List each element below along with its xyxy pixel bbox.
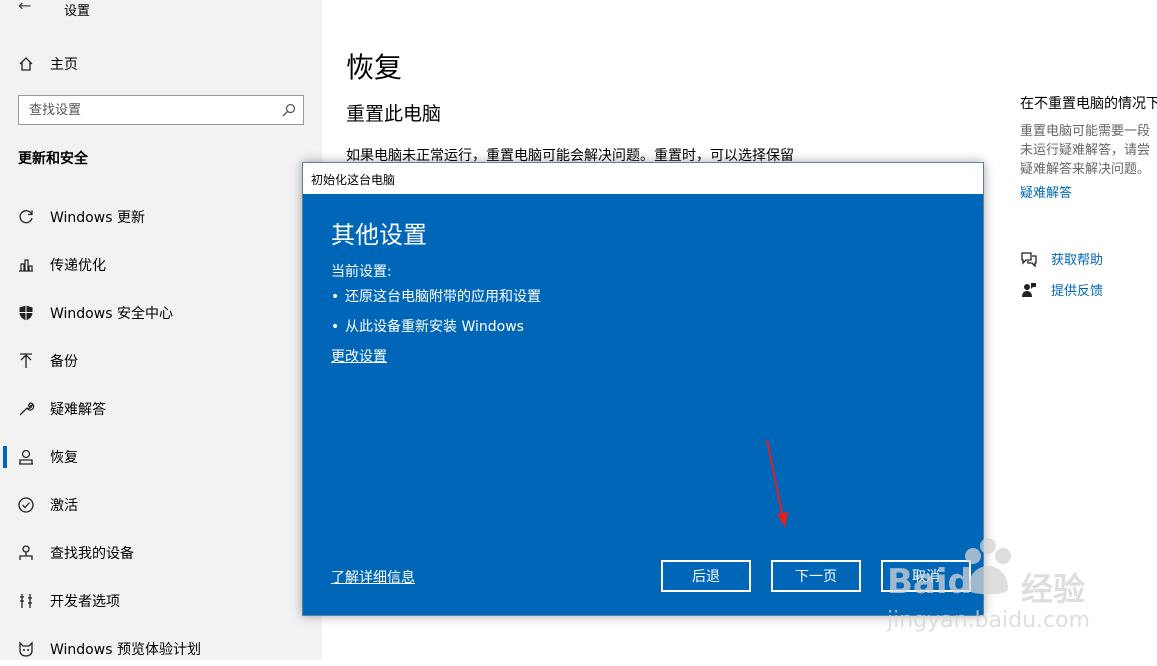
- developer-tools-icon: [20, 594, 32, 608]
- feedback-link[interactable]: 提供反馈: [1020, 280, 1103, 299]
- watermark-brand-cn: 经验: [1021, 570, 1086, 608]
- sidebar-item-windows-security[interactable]: Windows 安全中心: [0, 294, 322, 330]
- dialog-title-bar: 初始化这台电脑: [303, 163, 983, 194]
- insider-cat-icon: [19, 641, 33, 657]
- search-icon[interactable]: [281, 102, 297, 118]
- watermark-brand: Baidu: [887, 562, 997, 602]
- sidebar-item-delivery-optimization[interactable]: 传递优化: [0, 246, 322, 282]
- sidebar: ← 设置 主页 更新和安全 Windows 更新 传递优化 W: [0, 0, 322, 660]
- backup-upload-icon: [20, 353, 32, 368]
- bullet-dot: •: [331, 289, 340, 305]
- check-circle-icon: [18, 497, 34, 513]
- current-settings-label: 当前设置:: [331, 264, 392, 280]
- sidebar-item-label: Windows 预览体验计划: [50, 642, 201, 658]
- search-input[interactable]: [19, 96, 279, 124]
- sidebar-item-label: 传递优化: [50, 258, 106, 274]
- delivery-optimization-icon: [19, 259, 33, 272]
- bullet-text: 从此设备重新安装 Windows: [345, 319, 524, 335]
- recovery-icon: [19, 449, 33, 465]
- get-help-label: 获取帮助: [1051, 253, 1104, 268]
- settings-bullet: • 从此设备重新安装 Windows: [331, 316, 524, 336]
- dialog-heading: 其他设置: [331, 221, 427, 249]
- wrench-icon: [19, 402, 35, 416]
- sidebar-item-label: 开发者选项: [50, 594, 120, 610]
- bullet-text: 还原这台电脑附带的应用和设置: [345, 289, 541, 305]
- settings-search-box[interactable]: [18, 95, 304, 125]
- sidebar-item-find-my-device[interactable]: 查找我的设备: [0, 534, 322, 570]
- troubleshoot-link[interactable]: 疑难解答: [1020, 182, 1072, 201]
- annotation-arrow-icon: [766, 439, 788, 528]
- back-arrow-icon[interactable]: ←: [18, 0, 31, 15]
- dialog-title: 初始化这台电脑: [311, 173, 396, 187]
- learn-more-link[interactable]: 了解详细信息: [331, 567, 415, 587]
- sync-icon: [19, 210, 33, 224]
- related-text-line: 重置电脑可能需要一段: [1020, 124, 1151, 139]
- settings-bullet: • 还原这台电脑附带的应用和设置: [331, 286, 541, 306]
- sidebar-item-developer-options[interactable]: 开发者选项: [0, 582, 322, 618]
- sidebar-item-label: 激活: [50, 498, 78, 514]
- home-icon: [19, 57, 33, 71]
- sidebar-item-backup[interactable]: 备份: [0, 342, 322, 378]
- sidebar-item-troubleshoot[interactable]: 疑难解答: [0, 390, 322, 426]
- feedback-person-icon: [1022, 282, 1036, 297]
- bullet-dot: •: [331, 319, 340, 335]
- related-text-line: 疑难解答来解决问题。: [1020, 162, 1151, 177]
- feedback-label: 提供反馈: [1051, 284, 1104, 299]
- shield-icon: [19, 305, 33, 321]
- next-button[interactable]: 下一页: [771, 560, 861, 592]
- page-title: 恢复: [346, 51, 403, 84]
- reset-pc-dialog: 初始化这台电脑 其他设置 当前设置: • 还原这台电脑附带的应用和设置 • 从此设备…: [302, 162, 984, 616]
- home-label: 主页: [50, 57, 78, 73]
- related-text-line: 未运行疑难解答，请尝: [1020, 143, 1151, 158]
- related-heading: 在不重置电脑的情况下: [1020, 96, 1157, 112]
- chat-help-icon: [1021, 251, 1037, 268]
- watermark-url: jingyan.baidu.com: [887, 608, 1091, 633]
- sidebar-item-recovery[interactable]: 恢复: [0, 438, 322, 474]
- sidebar-item-label: 疑难解答: [50, 402, 106, 418]
- sidebar-item-label: Windows 更新: [50, 210, 145, 226]
- baidu-watermark: Baidu 经验 jingyan.baidu.com: [885, 534, 1157, 660]
- change-settings-link[interactable]: 更改设置: [331, 346, 387, 366]
- sidebar-item-label: 查找我的设备: [50, 546, 134, 562]
- sidebar-item-windows-update[interactable]: Windows 更新: [0, 198, 322, 234]
- home-nav-item[interactable]: 主页: [18, 52, 78, 76]
- app-title: 设置: [64, 4, 91, 19]
- section-title: 更新和安全: [18, 151, 88, 167]
- sidebar-item-label: Windows 安全中心: [50, 306, 173, 322]
- sidebar-item-windows-insider[interactable]: Windows 预览体验计划: [0, 630, 322, 666]
- sidebar-item-activation[interactable]: 激活: [0, 486, 322, 522]
- title-bar: ← 设置: [0, 0, 322, 20]
- sidebar-item-label: 备份: [50, 354, 78, 370]
- find-device-icon: [19, 545, 33, 560]
- sidebar-item-label: 恢复: [50, 450, 78, 466]
- section-heading: 重置此电脑: [346, 103, 442, 125]
- get-help-link[interactable]: 获取帮助: [1020, 249, 1103, 268]
- back-button[interactable]: 后退: [661, 560, 751, 592]
